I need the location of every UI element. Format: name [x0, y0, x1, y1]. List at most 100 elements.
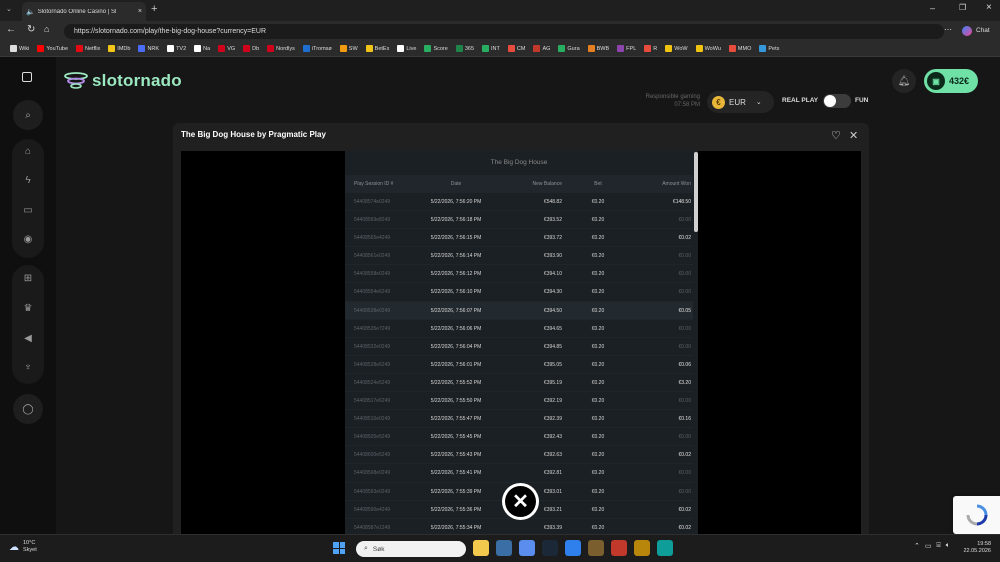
bookmark-item[interactable]: Netflix [72, 45, 104, 52]
edge-app-icon[interactable] [657, 540, 673, 556]
bookmark-item[interactable]: Score [420, 45, 451, 52]
url-bar[interactable]: https://slotornado.com/play/the-big-dog-… [64, 24, 944, 39]
currency-selector[interactable]: € EUR ⌄ [707, 91, 774, 113]
tab-list-icon[interactable]: ⌄ [6, 5, 12, 13]
gift-icon[interactable]: ⊞ [22, 273, 34, 284]
table-row[interactable]: 54408600e5249 5/22/2026, 7:55:43 PM €392.6… [345, 446, 693, 465]
bet-history-panel[interactable]: The Big Dog House Play Session ID # Date… [345, 151, 698, 534]
bookmark-item[interactable]: MMO [725, 45, 755, 52]
table-row[interactable]: 54408561e0249 5/22/2026, 7:56:14 PM €393.9… [345, 247, 693, 266]
bookmark-item[interactable]: NRK [134, 45, 163, 52]
history-scrollbar[interactable] [694, 151, 698, 534]
table-row[interactable]: 54408574e0249 5/22/2026, 7:56:20 PM €548.8… [345, 193, 693, 212]
close-history-button[interactable]: ✕ [502, 483, 539, 520]
monitor-icon[interactable]: ▭ [925, 542, 932, 550]
home-icon[interactable]: ⌂ [44, 24, 49, 34]
table-row[interactable]: 54408565e4249 5/22/2026, 7:56:15 PM €393.7… [345, 229, 693, 248]
megaphone-icon[interactable]: ◀ [22, 333, 34, 344]
bookmark-item[interactable]: WoW [661, 45, 691, 52]
table-row[interactable]: 54408532e0249 5/22/2026, 7:56:04 PM €394.8… [345, 338, 693, 356]
table-row[interactable]: 54408554e6249 5/22/2026, 7:56:10 PM €394.3… [345, 283, 693, 302]
bookmark-item[interactable]: Gura [554, 45, 583, 52]
bookmark-item[interactable]: R [640, 45, 661, 52]
home-nav-icon[interactable]: ⌂ [22, 146, 34, 157]
table-row[interactable]: 54408528e6249 5/22/2026, 7:56:01 PM €395.0… [345, 356, 693, 374]
live-icon[interactable]: ◉ [22, 234, 34, 245]
table-row[interactable]: 54408524e5249 5/22/2026, 7:55:52 PM €395.1… [345, 374, 693, 393]
bookmark-item[interactable]: FPL [613, 45, 640, 52]
taskbar-search[interactable]: ⌕ Søk [356, 541, 466, 557]
bookmark-item[interactable]: IMDb [104, 45, 134, 52]
modal-close-icon[interactable]: ✕ [849, 129, 858, 142]
bookmark-item[interactable]: iTromsø [299, 45, 336, 52]
table-row[interactable]: 54408558e0249 5/22/2026, 7:56:12 PM €394.1… [345, 265, 693, 284]
table-row[interactable]: 54408587e1249 5/22/2026, 7:55:34 PM €393.3… [345, 519, 693, 534]
bookmark-item[interactable]: CM [504, 45, 530, 52]
back-icon[interactable]: ← [6, 24, 16, 35]
network-icon[interactable]: ⌸ [937, 542, 941, 550]
bookmark-item[interactable]: VG [214, 45, 239, 52]
table-row[interactable]: 54408517e6249 5/22/2026, 7:55:50 PM €392.1… [345, 392, 693, 411]
table-row[interactable]: 54408538e0249 5/22/2026, 7:56:07 PM €394.5… [345, 301, 693, 320]
menu-icon[interactable]: ⋯ [944, 25, 952, 34]
maximize-icon[interactable]: ❐ [959, 3, 966, 12]
weather-widget[interactable]: ☁ 10°C Skyet [9, 540, 37, 554]
bookmark-item[interactable]: Pets [755, 45, 783, 52]
table-row[interactable]: 54408598e0249 5/22/2026, 7:55:41 PM €392.8… [345, 464, 693, 483]
search-button[interactable]: ⌕ [13, 100, 43, 130]
bookmark-item[interactable]: Db [239, 45, 263, 52]
file-explorer-app-icon[interactable] [473, 540, 489, 556]
window-close-icon[interactable]: × [986, 2, 992, 13]
copilot-icon[interactable] [962, 26, 972, 36]
table-row[interactable]: 54408505e5249 5/22/2026, 7:55:45 PM €392.4… [345, 428, 693, 447]
tab-close-icon[interactable]: × [138, 8, 142, 15]
history-scroll-thumb[interactable] [694, 152, 698, 232]
chat-label[interactable]: Chat [976, 27, 990, 34]
bookmark-item[interactable]: Nordlys [263, 45, 299, 52]
table-row[interactable]: 54408535e7249 5/22/2026, 7:56:06 PM €394.6… [345, 320, 693, 338]
bookmark-item[interactable]: Live [393, 45, 420, 52]
bookmark-item[interactable]: BWB [584, 45, 614, 52]
calendar-app-icon[interactable] [519, 540, 535, 556]
bookmark-item[interactable]: WoWu [692, 45, 725, 52]
wow-app-icon[interactable] [634, 540, 650, 556]
slots-icon[interactable]: ▭ [22, 205, 34, 216]
recaptcha-badge[interactable] [953, 496, 1000, 534]
steam-app-icon[interactable] [542, 540, 558, 556]
bookmark-item[interactable]: BetEx [362, 45, 394, 52]
calculator-app-icon[interactable] [496, 540, 512, 556]
site-logo[interactable]: slotornado [64, 71, 182, 91]
favorite-heart-icon[interactable]: ♡ [831, 129, 841, 142]
bookmark-item[interactable]: Wiki [6, 45, 33, 52]
bookmark-item[interactable]: SW [336, 45, 362, 52]
browser-tab[interactable]: 🔈 Slotornado Online Casino | Sl × [22, 2, 146, 21]
mail-app-icon[interactable] [565, 540, 581, 556]
chat-button[interactable]: ◯ [13, 394, 43, 424]
new-tab-button[interactable]: + [151, 3, 157, 15]
responsible-gaming-info[interactable]: Responsible gaming 07:58 PM [600, 93, 700, 109]
table-row[interactable]: 54408510e0249 5/22/2026, 7:55:47 PM €392.3… [345, 410, 693, 429]
notifications-button[interactable]: 🔔︎ [892, 69, 916, 93]
minimize-icon[interactable]: – [930, 3, 935, 13]
bookmark-item[interactable]: INT [478, 45, 504, 52]
responsible-gaming-link[interactable]: Responsible gaming [600, 93, 700, 101]
sidebar-toggle-icon[interactable] [22, 72, 32, 82]
battle-net-app-icon[interactable] [611, 540, 627, 556]
trophy-icon[interactable]: ♆ [22, 362, 34, 373]
bookmark-item[interactable]: AG [529, 45, 554, 52]
bookmark-item[interactable]: 365 [452, 45, 478, 52]
bookmark-item[interactable]: YouTube [33, 45, 72, 52]
crown-icon[interactable]: ♛ [22, 303, 34, 314]
wallet-button[interactable]: ▣ 432€ [924, 69, 978, 93]
play-mode-toggle[interactable] [823, 94, 851, 108]
start-icon[interactable] [333, 542, 345, 554]
reload-icon[interactable]: ↻ [27, 24, 35, 35]
bookmark-item[interactable]: Na [190, 45, 214, 52]
taskbar-clock[interactable]: 19:58 22.05.2026 [955, 541, 991, 555]
chevron-up-icon[interactable]: ⌃ [914, 542, 920, 550]
table-row[interactable]: 54408569e8249 5/22/2026, 7:56:18 PM €393.5… [345, 211, 693, 230]
game-app-icon[interactable] [588, 540, 604, 556]
lightning-icon[interactable]: ϟ [22, 175, 34, 186]
bookmark-item[interactable]: TV2 [163, 45, 190, 52]
volume-icon[interactable]: 🔈︎ [946, 542, 950, 550]
